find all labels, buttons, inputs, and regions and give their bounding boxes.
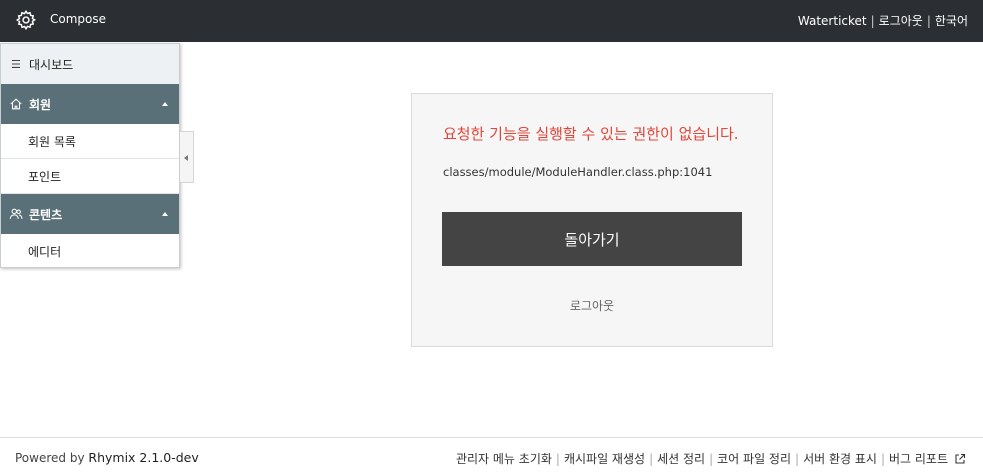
language-link[interactable]: 한국어 bbox=[935, 14, 968, 28]
header-user-menu: Waterticket | 로그아웃 | 한국어 bbox=[797, 14, 968, 28]
menu-icon: ☰ bbox=[11, 57, 21, 71]
footer-divider bbox=[0, 437, 983, 438]
sidebar-item-member-list[interactable]: 회원 목록 bbox=[1, 124, 179, 159]
back-button[interactable]: 돌아가기 bbox=[442, 212, 742, 266]
sidebar-group-label: 회원 bbox=[29, 97, 52, 112]
sidebar-collapse-toggle[interactable] bbox=[180, 131, 194, 183]
sidebar-item-editor[interactable]: 에디터 bbox=[1, 234, 179, 269]
top-header: Compose Waterticket | 로그아웃 | 한국어 bbox=[0, 0, 983, 42]
sidebar-item-label: 대시보드 bbox=[29, 57, 74, 72]
footer-link-bug-report[interactable]: 버그 리포트 bbox=[889, 450, 948, 467]
footer-link-reset-admin-menu[interactable]: 관리자 메뉴 초기화 bbox=[456, 450, 552, 467]
external-link-icon[interactable] bbox=[954, 453, 966, 465]
site-name-link[interactable]: Waterticket bbox=[798, 14, 867, 28]
footer-link-clear-sessions[interactable]: 세션 정리 bbox=[657, 450, 705, 467]
footer-link-regenerate-cache[interactable]: 캐시파일 재생성 bbox=[564, 450, 645, 467]
error-message: 요청한 기능을 실행할 수 있는 권한이 없습니다. bbox=[443, 125, 739, 143]
gear-icon[interactable] bbox=[15, 9, 37, 31]
error-location: classes/module/ModuleHandler.class.php:1… bbox=[443, 165, 713, 179]
footer-link-clean-core-files[interactable]: 코어 파일 정리 bbox=[717, 450, 791, 467]
home-icon bbox=[10, 98, 22, 110]
footer-links: 관리자 메뉴 초기화 | 캐시파일 재생성 | 세션 정리 | 코어 파일 정리 | 서… bbox=[456, 450, 966, 467]
footer-link-server-env[interactable]: 서버 환경 표시 bbox=[803, 450, 877, 467]
rhymix-version-link[interactable]: Rhymix 2.1.0-dev bbox=[88, 450, 198, 465]
sidebar-group-members[interactable]: 회원 bbox=[1, 84, 179, 124]
sidebar-menu: ☰ 대시보드 회원 회원 목록 포인트 콘텐츠 에디터 bbox=[0, 43, 180, 268]
sidebar-item-dashboard[interactable]: ☰ 대시보드 bbox=[1, 44, 179, 84]
users-icon bbox=[9, 208, 23, 219]
app-title[interactable]: Compose bbox=[50, 12, 106, 26]
sidebar-group-label: 콘텐츠 bbox=[29, 207, 63, 222]
error-card: 요청한 기능을 실행할 수 있는 권한이 없습니다. classes/modul… bbox=[411, 93, 773, 347]
sidebar-item-points[interactable]: 포인트 bbox=[1, 159, 179, 194]
logout-link[interactable]: 로그아웃 bbox=[879, 14, 923, 28]
caret-up-icon bbox=[162, 102, 168, 106]
powered-by: Powered by Rhymix 2.1.0-dev bbox=[15, 450, 199, 465]
card-logout-link[interactable]: 로그아웃 bbox=[412, 297, 772, 314]
powered-prefix: Powered by bbox=[15, 451, 85, 465]
chevron-left-icon bbox=[184, 155, 188, 161]
caret-up-icon bbox=[162, 212, 168, 216]
sidebar-group-contents[interactable]: 콘텐츠 bbox=[1, 194, 179, 234]
